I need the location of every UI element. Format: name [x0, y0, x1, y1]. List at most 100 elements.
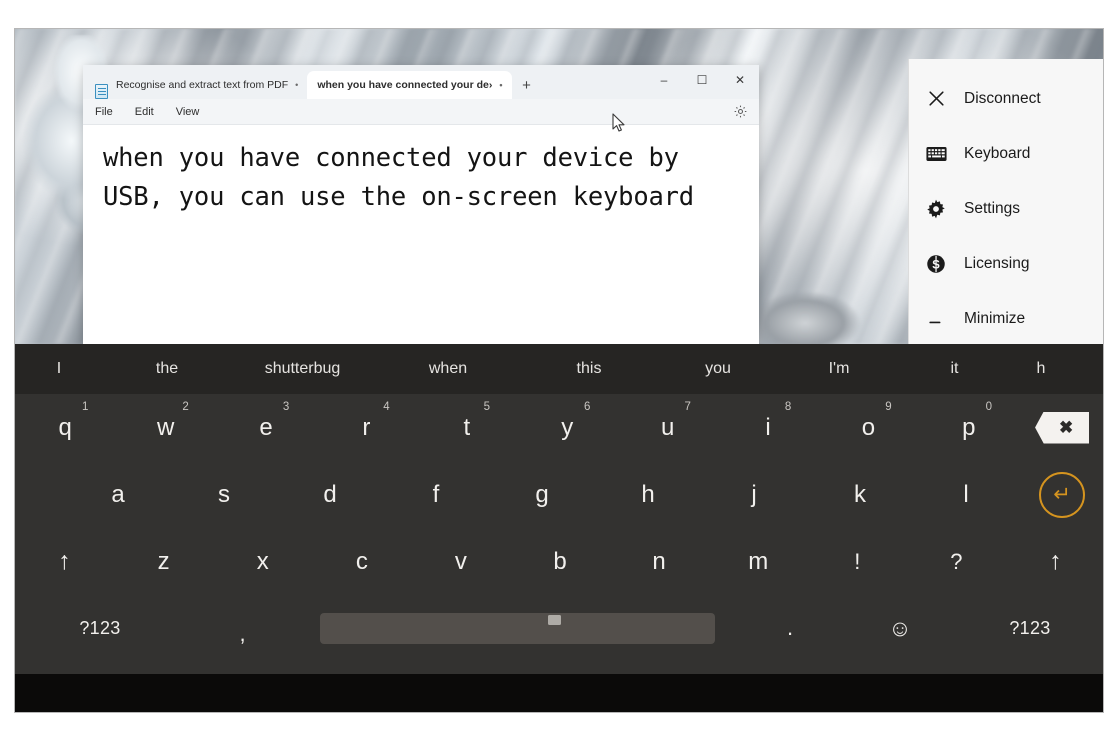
- key-k[interactable]: k: [807, 461, 913, 528]
- key-n[interactable]: n: [610, 528, 709, 595]
- tab-strip: Recognise and extract text from PDF • wh…: [83, 65, 759, 99]
- tab-modified-dot[interactable]: •: [499, 80, 502, 90]
- key-f[interactable]: f: [383, 461, 489, 528]
- menu-item-label: Settings: [964, 199, 1021, 217]
- menu-item-keyboard[interactable]: Keyboard: [909, 126, 1103, 181]
- key-exclamation[interactable]: !: [808, 528, 907, 595]
- key-h[interactable]: h: [595, 461, 701, 528]
- suggestion-chip[interactable]: the: [103, 360, 231, 378]
- tab-recognise-extract[interactable]: Recognise and extract text from PDF •: [106, 71, 307, 99]
- key-label: q: [58, 413, 72, 441]
- key-superscript: 4: [383, 401, 390, 413]
- suggestion-chip[interactable]: this: [522, 360, 656, 378]
- key-x[interactable]: x: [213, 528, 312, 595]
- android-navigation-bar: [15, 674, 1103, 712]
- key-m[interactable]: m: [709, 528, 808, 595]
- gear-icon[interactable]: [731, 103, 749, 121]
- suggestion-chip[interactable]: when: [374, 360, 522, 378]
- close-window-button[interactable]: ✕: [721, 65, 759, 95]
- document-body[interactable]: when you have connected your device by U…: [83, 125, 759, 344]
- key-b[interactable]: b: [510, 528, 609, 595]
- key-w[interactable]: w2: [115, 394, 215, 461]
- device-frame: Recognise and extract text from PDF • wh…: [14, 28, 1104, 713]
- key-q[interactable]: q1: [15, 394, 115, 461]
- tab-label: Recognise and extract text from PDF: [116, 79, 289, 91]
- keyboard-row-3: ↑ z x c v b n m ! ? ↑: [15, 528, 1103, 595]
- key-c[interactable]: c: [312, 528, 411, 595]
- keyboard-switch-icon[interactable]: [548, 615, 561, 625]
- key-comma[interactable]: ,: [185, 595, 300, 662]
- menu-item-label: Minimize: [964, 309, 1026, 327]
- key-symbols-right[interactable]: ?123: [955, 595, 1103, 662]
- menu-item-view[interactable]: View: [176, 106, 200, 118]
- key-superscript: 9: [885, 401, 892, 413]
- key-superscript: 3: [282, 401, 290, 413]
- key-a[interactable]: a: [65, 461, 171, 528]
- menu-item-settings[interactable]: Settings: [909, 181, 1103, 236]
- row2-left-spacer: [15, 461, 65, 528]
- key-s[interactable]: s: [171, 461, 277, 528]
- new-tab-button[interactable]: +: [512, 71, 542, 99]
- on-screen-keyboard: I the shutterbug when this you I'm it h …: [15, 344, 1103, 674]
- suggestion-chip[interactable]: it: [898, 360, 1011, 378]
- key-superscript: 1: [82, 401, 89, 413]
- wallpaper-rock: [757, 281, 877, 344]
- menu-item-minimize[interactable]: Minimize: [909, 291, 1103, 344]
- tab-when-you-have-connected[interactable]: when you have connected your de› •: [307, 71, 512, 99]
- key-z[interactable]: z: [114, 528, 213, 595]
- tab-modified-dot[interactable]: •: [295, 80, 298, 90]
- key-v[interactable]: v: [411, 528, 510, 595]
- key-p[interactable]: p0: [919, 394, 1019, 461]
- key-symbols-left[interactable]: ?123: [15, 595, 185, 662]
- key-superscript: 6: [584, 401, 591, 413]
- key-l[interactable]: l: [913, 461, 1019, 528]
- key-period[interactable]: .: [735, 595, 845, 662]
- backspace-icon: ✖: [1035, 411, 1090, 444]
- suggestion-chip[interactable]: h: [1011, 360, 1071, 378]
- suggestion-chip[interactable]: I'm: [780, 360, 898, 378]
- key-label: t: [463, 413, 471, 441]
- menu-item-edit[interactable]: Edit: [135, 106, 154, 118]
- key-d[interactable]: d: [277, 461, 383, 528]
- key-label: e: [259, 413, 273, 441]
- keyboard-row-1: q1 w2 e3 r4 t5 y6 u7 i8 o9 p0 ✖: [15, 394, 1103, 461]
- key-space[interactable]: [300, 613, 735, 644]
- key-question[interactable]: ?: [907, 528, 1006, 595]
- key-superscript: 8: [784, 401, 792, 413]
- menu-item-label: Disconnect: [964, 89, 1041, 107]
- key-label: i: [765, 413, 771, 441]
- dollar-badge-icon: S: [925, 253, 947, 275]
- key-r[interactable]: r4: [316, 394, 416, 461]
- maximize-window-button[interactable]: ☐: [683, 65, 721, 95]
- key-y[interactable]: y6: [517, 394, 617, 461]
- key-shift-right[interactable]: ↑: [1006, 528, 1103, 595]
- key-t[interactable]: t5: [417, 394, 517, 461]
- close-icon: [925, 88, 947, 110]
- tab-label: when you have connected your de›: [317, 79, 493, 91]
- key-label: w: [156, 413, 175, 441]
- menu-item-disconnect[interactable]: Disconnect: [909, 71, 1103, 126]
- minimize-window-button[interactable]: –: [645, 65, 683, 95]
- key-u[interactable]: u7: [617, 394, 717, 461]
- key-superscript: 7: [684, 401, 691, 413]
- menu-item-file[interactable]: File: [95, 106, 113, 118]
- key-e[interactable]: e3: [216, 394, 316, 461]
- key-emoji[interactable]: ☺: [845, 595, 955, 662]
- suggestion-chip[interactable]: shutterbug: [231, 360, 374, 378]
- key-shift-left[interactable]: ↑: [15, 528, 114, 595]
- menu-item-licensing[interactable]: S Licensing: [909, 236, 1103, 291]
- key-enter[interactable]: ↵: [1019, 471, 1103, 518]
- document-text: when you have connected your device by U…: [103, 143, 694, 212]
- key-j[interactable]: j: [701, 461, 807, 528]
- key-o[interactable]: o9: [818, 394, 918, 461]
- key-superscript: 5: [483, 401, 491, 413]
- key-rows: q1 w2 e3 r4 t5 y6 u7 i8 o9 p0 ✖ a s d f …: [15, 394, 1103, 674]
- gear-icon: [925, 198, 947, 220]
- suggestion-chip[interactable]: you: [656, 360, 780, 378]
- key-g[interactable]: g: [489, 461, 595, 528]
- key-i[interactable]: i8: [718, 394, 818, 461]
- key-backspace[interactable]: ✖: [1019, 411, 1103, 444]
- desktop-wallpaper: Recognise and extract text from PDF • wh…: [15, 29, 1103, 344]
- minimize-icon: [925, 308, 947, 330]
- suggestion-chip[interactable]: I: [15, 360, 103, 378]
